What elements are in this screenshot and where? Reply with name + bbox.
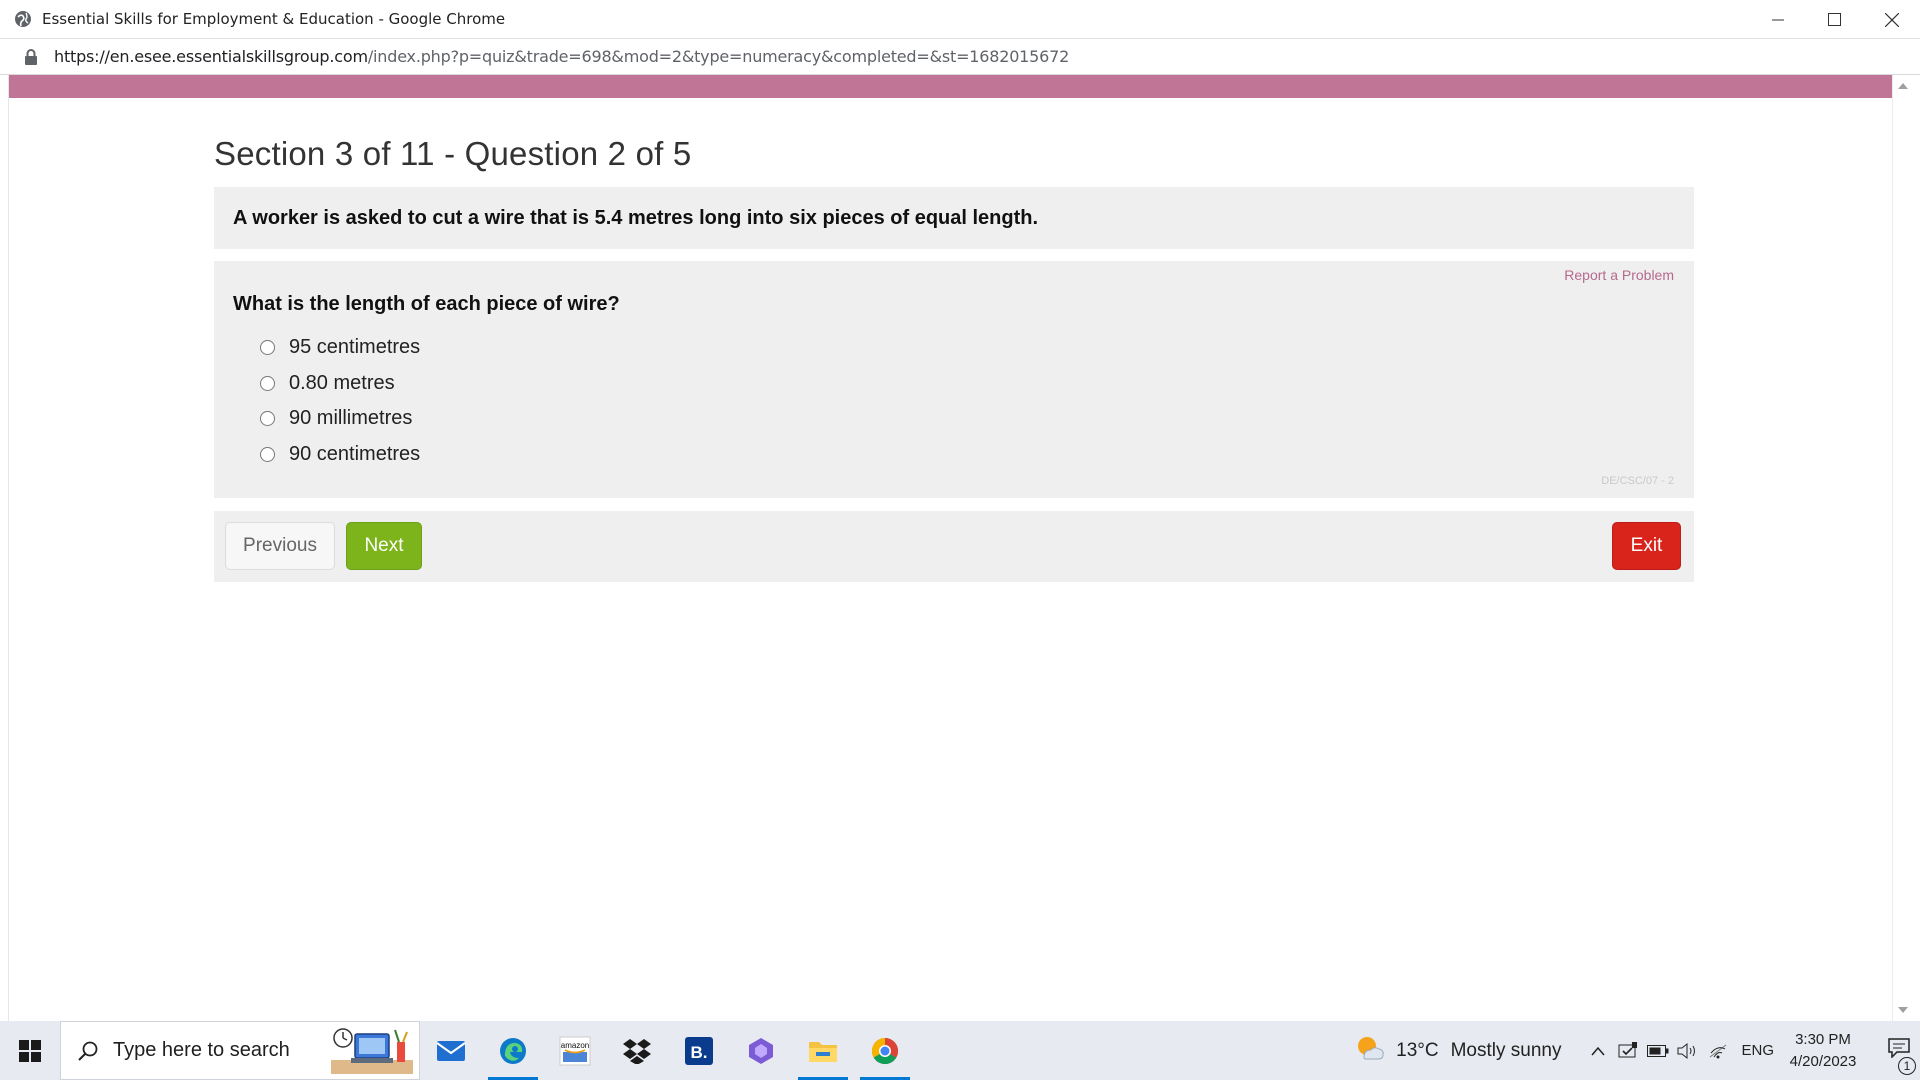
search-icon (77, 1040, 99, 1062)
copilot-icon[interactable] (730, 1021, 792, 1080)
maximize-button[interactable] (1806, 0, 1863, 39)
search-placeholder: Type here to search (113, 1039, 290, 1061)
weather-widget[interactable]: 13°C Mostly sunny (1356, 1035, 1561, 1067)
window-title: Essential Skills for Employment & Educat… (42, 10, 506, 28)
question-stem: A worker is asked to cut a wire that is … (233, 207, 1039, 229)
scroll-up-icon[interactable] (1898, 83, 1908, 89)
scroll-down-icon[interactable] (1898, 1007, 1908, 1013)
url-path: /index.php?p=quiz&trade=698&mod=2&type=n… (367, 47, 1070, 66)
answer-option[interactable]: 90 centimetres (260, 437, 1675, 473)
speaker-icon[interactable] (1673, 1042, 1703, 1060)
browser-titlebar: Essential Skills for Employment & Educat… (0, 0, 1920, 39)
security-icon[interactable] (1613, 1041, 1643, 1061)
weather-temp: 13°C (1396, 1039, 1439, 1061)
question-code: DE/CSC/07 - 2 (1601, 475, 1674, 487)
next-button[interactable]: Next (346, 522, 422, 570)
answer-label: 90 millimetres (289, 407, 413, 430)
battery-icon[interactable] (1643, 1044, 1673, 1057)
minimize-button[interactable] (1749, 0, 1806, 39)
answer-option[interactable]: 95 centimetres (260, 330, 1675, 366)
answer-options: 95 centimetres 0.80 metres 90 millimetre… (260, 330, 1675, 472)
report-problem-link[interactable]: Report a Problem (1564, 267, 1674, 283)
url-host: https://en.esee.essentialskillsgroup.com (54, 47, 368, 66)
booking-icon[interactable]: B. (668, 1021, 730, 1080)
wifi-icon[interactable] (1703, 1043, 1733, 1059)
previous-button[interactable]: Previous (225, 522, 335, 570)
address-bar[interactable]: https://en.esee.essentialskillsgroup.com… (0, 39, 1920, 75)
question-stem-box: A worker is asked to cut a wire that is … (214, 187, 1694, 249)
radio-button[interactable] (260, 340, 275, 356)
taskbar: Type here to search amazon B. 13°C Mostl… (0, 1021, 1920, 1080)
close-window-button[interactable] (1863, 0, 1920, 39)
search-highlight-icon (331, 1028, 413, 1074)
url-text[interactable]: https://en.esee.essentialskillsgroup.com… (54, 47, 1069, 66)
answer-label: 95 centimetres (289, 336, 421, 359)
svg-text:B.: B. (691, 1043, 708, 1062)
notification-center-button[interactable]: 1 (1878, 1038, 1920, 1075)
exit-button[interactable]: Exit (1612, 522, 1681, 570)
radio-button[interactable] (260, 375, 275, 391)
chrome-icon[interactable] (854, 1021, 916, 1080)
chevron-up-icon[interactable] (1583, 1046, 1613, 1056)
taskbar-search-box[interactable]: Type here to search (60, 1021, 420, 1080)
section-heading: Section 3 of 11 - Question 2 of 5 (214, 135, 692, 172)
answer-option[interactable]: 0.80 metres (260, 366, 1675, 402)
file-explorer-icon[interactable] (792, 1021, 854, 1080)
header-accent-bar (9, 75, 1893, 98)
answer-option[interactable]: 90 millimetres (260, 401, 1675, 437)
system-tray: 13°C Mostly sunny ENG 3:30 PM 4/20/2023 … (1356, 1021, 1920, 1080)
clock[interactable]: 3:30 PM 4/20/2023 (1786, 1029, 1860, 1073)
language-indicator[interactable]: ENG (1741, 1042, 1774, 1059)
vertical-scrollbar[interactable] (1892, 75, 1912, 1021)
radio-button[interactable] (260, 411, 275, 427)
answer-label: 90 centimetres (289, 442, 421, 465)
notification-count: 1 (1898, 1057, 1916, 1075)
question-text: What is the length of each piece of wire… (233, 293, 620, 315)
radio-button[interactable] (260, 446, 275, 462)
edge-icon[interactable] (482, 1021, 544, 1080)
globe-icon (14, 10, 32, 28)
page-viewport: Section 3 of 11 - Question 2 of 5 A work… (8, 75, 1912, 1021)
start-button[interactable] (0, 1021, 60, 1080)
amazon-icon[interactable]: amazon (544, 1021, 606, 1080)
navigation-bar: Previous Next Exit (214, 511, 1694, 582)
svg-text:amazon: amazon (561, 1041, 589, 1050)
mail-icon[interactable] (420, 1021, 482, 1080)
clock-date: 4/20/2023 (1789, 1052, 1857, 1070)
quiz-container: Section 3 of 11 - Question 2 of 5 A work… (214, 135, 1694, 582)
sun-cloud-icon (1356, 1035, 1384, 1067)
weather-condition: Mostly sunny (1450, 1039, 1562, 1061)
windows-icon (19, 1039, 41, 1062)
question-box: Report a Problem What is the length of e… (214, 261, 1694, 498)
clock-time: 3:30 PM (1795, 1030, 1851, 1048)
lock-icon (24, 48, 38, 65)
answer-label: 0.80 metres (289, 371, 395, 394)
dropbox-icon[interactable] (606, 1021, 668, 1080)
